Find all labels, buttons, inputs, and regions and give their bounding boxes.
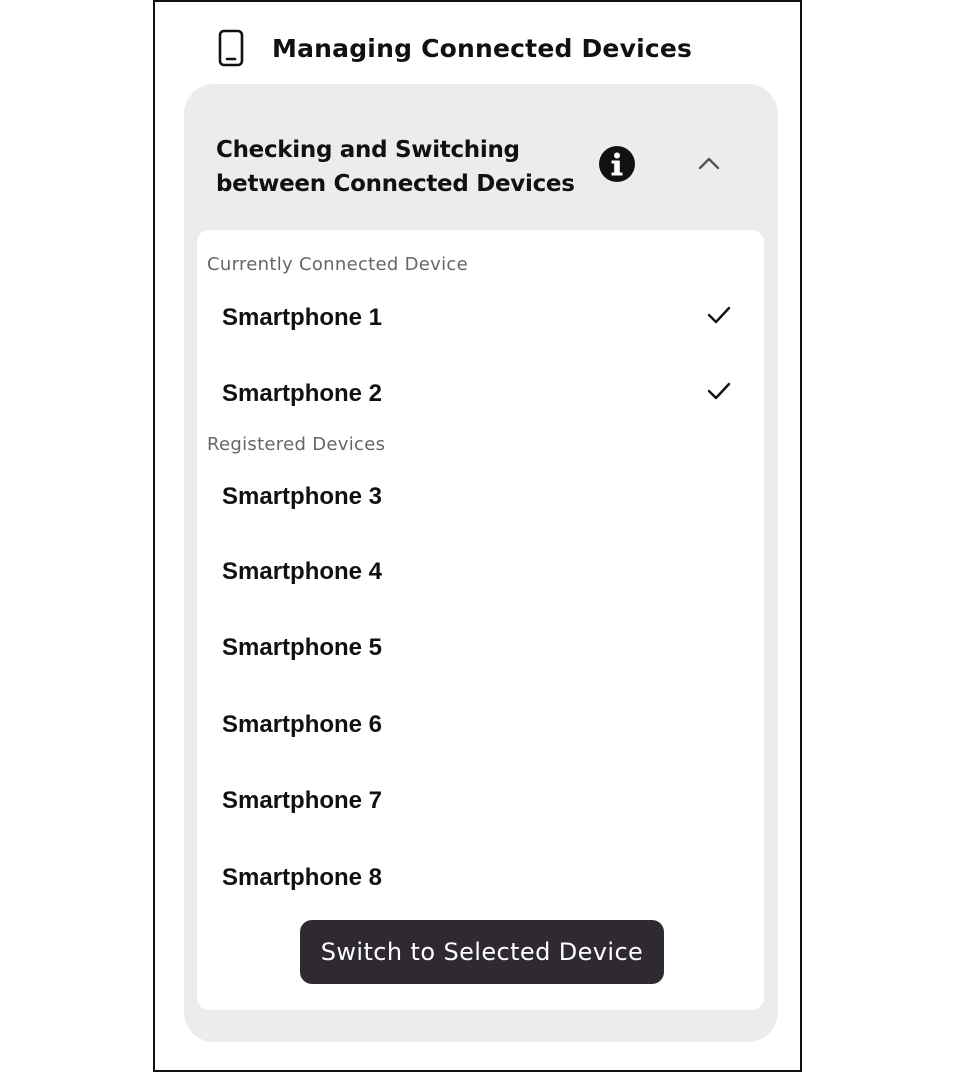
device-row-smartphone-5[interactable]: Smartphone 5 <box>210 622 750 674</box>
switch-device-button[interactable]: Switch to Selected Device <box>300 920 664 984</box>
device-name: Smartphone 6 <box>222 711 383 738</box>
device-row-smartphone-6[interactable]: Smartphone 6 <box>210 699 750 751</box>
device-row-smartphone-8[interactable]: Smartphone 8 <box>210 852 750 904</box>
device-name: Smartphone 4 <box>222 558 383 585</box>
section-title-line2: between Connected Devices <box>216 171 575 197</box>
device-name: Smartphone 8 <box>222 864 383 891</box>
section-header[interactable]: Checking and Switching between Connected… <box>216 133 746 203</box>
page-title: Managing Connected Devices <box>272 33 693 63</box>
smartphone-icon <box>218 29 244 67</box>
device-name: Smartphone 1 <box>222 304 383 331</box>
section-title-line1: Checking and Switching <box>216 137 520 163</box>
checkmark-icon <box>706 380 732 402</box>
connected-devices-label: Currently Connected Device <box>207 254 468 275</box>
device-row-smartphone-2[interactable]: Smartphone 2 <box>210 368 750 420</box>
section-title: Checking and Switching between Connected… <box>216 133 576 201</box>
chevron-up-icon[interactable] <box>696 153 722 173</box>
page-header: Managing Connected Devices <box>218 28 692 68</box>
device-name: Smartphone 3 <box>222 483 383 510</box>
device-name: Smartphone 5 <box>222 634 383 661</box>
device-name: Smartphone 7 <box>222 787 383 814</box>
device-row-smartphone-3[interactable]: Smartphone 3 <box>210 471 750 523</box>
registered-devices-label: Registered Devices <box>207 434 386 455</box>
device-row-smartphone-4[interactable]: Smartphone 4 <box>210 546 750 598</box>
device-name: Smartphone 2 <box>222 380 383 407</box>
info-icon[interactable] <box>598 145 636 183</box>
device-row-smartphone-7[interactable]: Smartphone 7 <box>210 775 750 827</box>
device-row-smartphone-1[interactable]: Smartphone 1 <box>210 292 750 344</box>
checkmark-icon <box>706 304 732 326</box>
